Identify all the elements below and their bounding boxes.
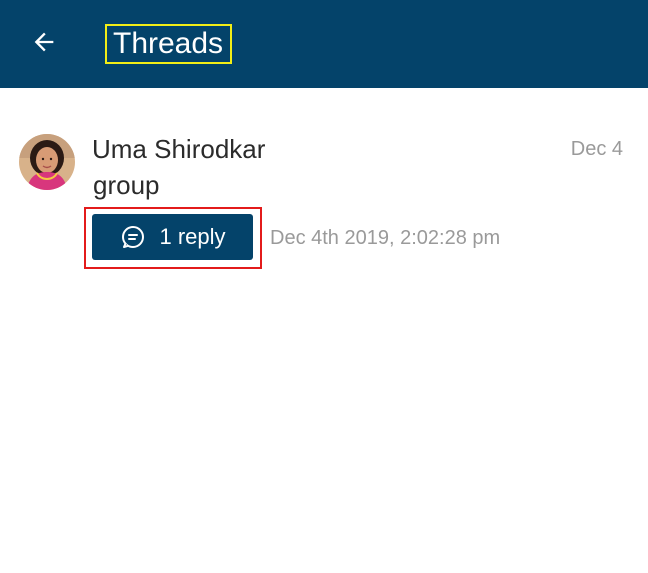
app-bar: Threads bbox=[0, 0, 648, 88]
page-title: Threads bbox=[113, 27, 224, 60]
message-text: group bbox=[93, 170, 160, 200]
author-name: Uma Shirodkar bbox=[92, 134, 266, 164]
reply-timestamp: Dec 4th 2019, 2:02:28 pm bbox=[270, 227, 501, 249]
back-button[interactable] bbox=[24, 24, 64, 64]
reply-count-button[interactable]: 1 reply bbox=[92, 214, 253, 260]
thread-item[interactable]: Uma Shirodkar Dec 4 group 1 reply Dec 4t… bbox=[0, 120, 648, 290]
thread-reply-icon bbox=[119, 223, 147, 251]
reply-count-label: 1 reply bbox=[159, 224, 226, 249]
arrow-left-icon bbox=[30, 28, 58, 61]
avatar[interactable] bbox=[19, 134, 75, 190]
thread-date: Dec 4 bbox=[570, 138, 623, 160]
